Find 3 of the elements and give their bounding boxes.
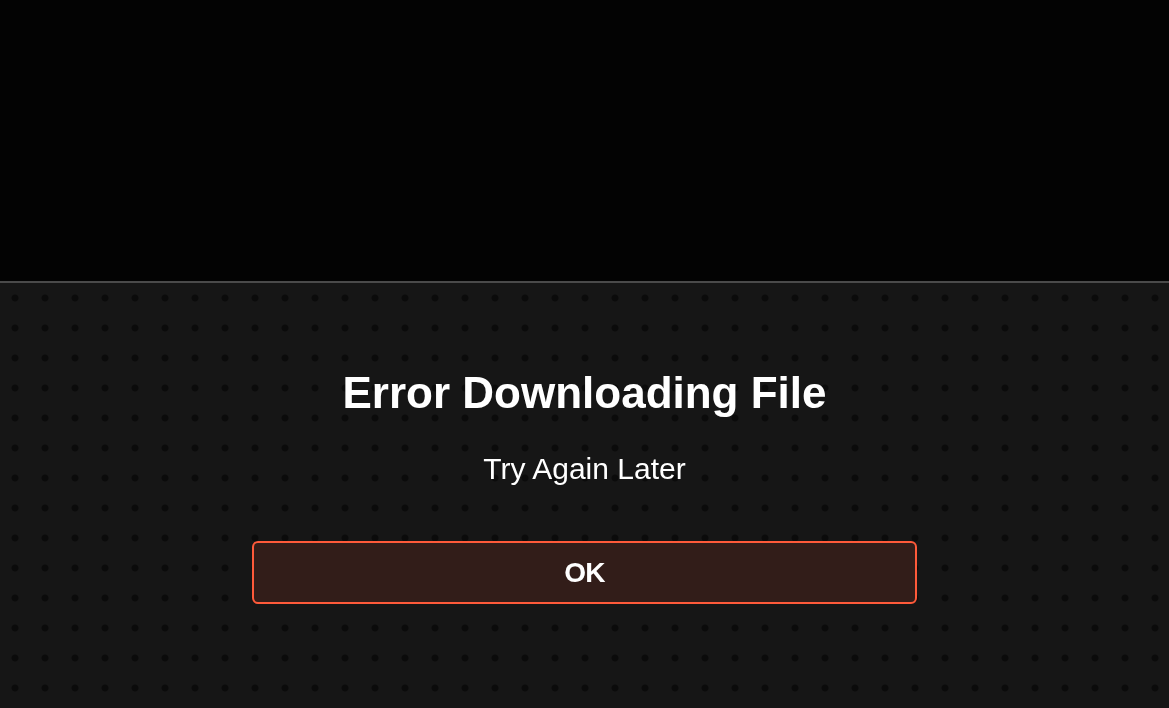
dialog-message: Try Again Later (483, 454, 686, 484)
ok-button[interactable]: OK (252, 541, 917, 604)
dialog-title: Error Downloading File (342, 371, 827, 415)
